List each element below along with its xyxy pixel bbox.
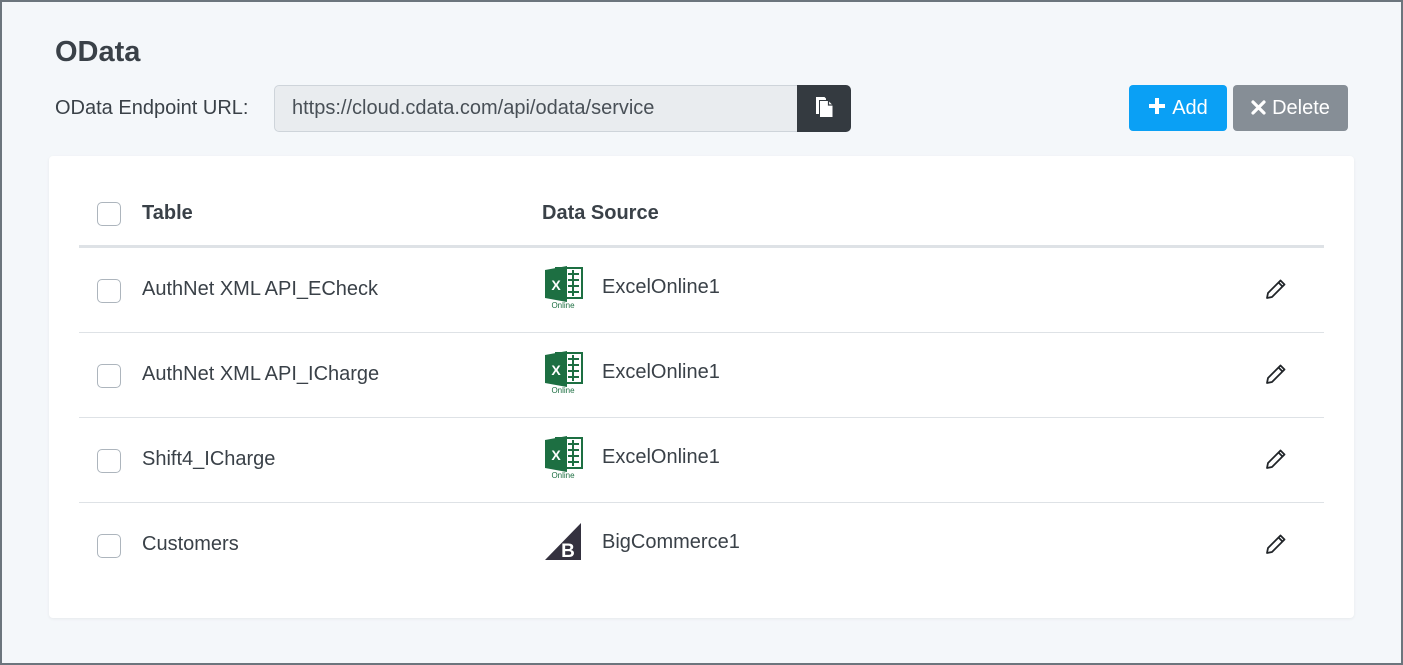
table-row[interactable]: AuthNet XML API_ECheck X Online ExcelOnl… (79, 248, 1324, 333)
excel-online-icon: X Online (542, 347, 590, 395)
svg-text:Online: Online (551, 471, 575, 480)
svg-text:Online: Online (551, 386, 575, 395)
excel-online-icon: X Online (542, 432, 590, 480)
svg-text:X: X (551, 277, 561, 293)
svg-text:B: B (561, 541, 575, 562)
edit-row-button[interactable] (1262, 445, 1290, 473)
data-source-name: BigCommerce1 (602, 531, 740, 553)
tables-table: Table Data Source AuthNet XML API_ECheck… (79, 156, 1324, 588)
table-row[interactable]: AuthNet XML API_ICharge X Online ExcelOn… (79, 333, 1324, 418)
svg-text:X: X (551, 362, 561, 378)
plus-icon (1148, 96, 1166, 120)
edit-row-button[interactable] (1262, 530, 1290, 558)
row-checkbox[interactable] (97, 534, 121, 558)
pencil-icon (1266, 364, 1286, 384)
select-all-checkbox[interactable] (97, 202, 121, 226)
endpoint-label: OData Endpoint URL: (55, 97, 249, 119)
page-title: OData (55, 36, 141, 68)
endpoint-url-input[interactable] (274, 85, 797, 132)
column-header-data-source[interactable]: Data Source (542, 202, 659, 225)
copy-icon (814, 96, 834, 121)
row-checkbox[interactable] (97, 449, 121, 473)
table-row[interactable]: Shift4_ICharge X Online ExcelOnline1 (79, 418, 1324, 503)
data-source-name: ExcelOnline1 (602, 361, 720, 383)
copy-url-button[interactable] (797, 85, 851, 132)
svg-text:X: X (551, 447, 561, 463)
add-button-label: Add (1172, 96, 1208, 119)
column-header-table[interactable]: Table (142, 202, 193, 225)
delete-button[interactable]: Delete (1233, 85, 1348, 131)
table-row[interactable]: Customers B BigCommerce1 (79, 503, 1324, 588)
row-checkbox[interactable] (97, 279, 121, 303)
delete-button-label: Delete (1272, 96, 1330, 119)
bigcommerce-icon: B (542, 517, 590, 565)
edit-row-button[interactable] (1262, 275, 1290, 303)
times-icon (1251, 96, 1266, 120)
svg-text:Online: Online (551, 301, 575, 310)
data-source-name: ExcelOnline1 (602, 446, 720, 468)
table-header-row: Table Data Source (79, 156, 1324, 248)
data-source-name: ExcelOnline1 (602, 276, 720, 298)
table-name: Customers (142, 533, 239, 555)
pencil-icon (1266, 279, 1286, 299)
edit-row-button[interactable] (1262, 360, 1290, 388)
table-name: AuthNet XML API_ECheck (142, 278, 379, 300)
endpoint-url-group (274, 85, 851, 132)
add-button[interactable]: Add (1129, 85, 1227, 131)
table-name: AuthNet XML API_ICharge (142, 363, 380, 385)
pencil-icon (1266, 449, 1286, 469)
pencil-icon (1266, 534, 1286, 554)
table-name: Shift4_ICharge (142, 448, 276, 470)
row-checkbox[interactable] (97, 364, 121, 388)
excel-online-icon: X Online (542, 262, 590, 310)
tables-card: Table Data Source AuthNet XML API_ECheck… (49, 156, 1354, 618)
